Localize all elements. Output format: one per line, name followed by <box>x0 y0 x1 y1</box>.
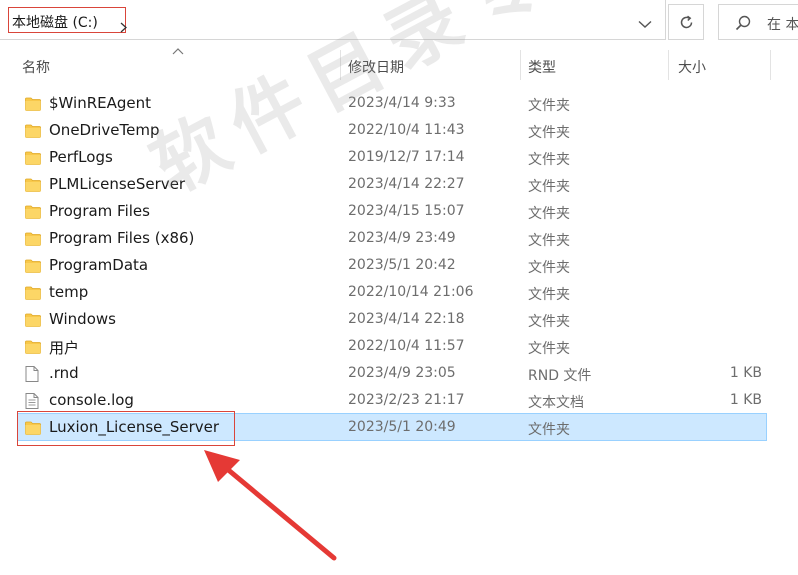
folder-icon <box>25 204 41 223</box>
folder-icon <box>25 123 41 142</box>
refresh-icon <box>680 15 693 29</box>
row-type: 文件夹 <box>528 206 570 222</box>
address-bar[interactable]: 本地磁盘 (C:) <box>0 0 666 40</box>
table-row[interactable]: 用户 2022/10/4 11:57 文件夹 <box>18 333 766 359</box>
breadcrumb-drive-label[interactable]: 本地磁盘 (C:) <box>12 12 98 32</box>
column-divider[interactable] <box>770 50 771 80</box>
table-row[interactable]: Program Files (x86) 2023/4/9 23:49 文件夹 <box>18 225 766 251</box>
folder-icon <box>25 231 41 250</box>
search-placeholder[interactable]: 在 本 <box>767 14 798 34</box>
row-type: 文件夹 <box>528 314 570 330</box>
row-type: 文件夹 <box>528 98 570 114</box>
folder-icon <box>25 312 41 331</box>
column-header-type[interactable]: 类型 <box>528 57 556 77</box>
row-type: 文件夹 <box>528 341 570 357</box>
search-icon <box>735 15 751 31</box>
row-modified-date: 2023/4/9 23:49 <box>348 230 456 246</box>
row-name: console.log <box>49 391 134 409</box>
highlight-box <box>17 411 235 446</box>
search-input[interactable]: 在 本 <box>718 4 798 40</box>
row-size: 1 KB <box>729 365 762 381</box>
column-header-name[interactable]: 名称 <box>22 57 50 77</box>
row-modified-date: 2023/5/1 20:42 <box>348 257 456 273</box>
table-row[interactable]: PLMLicenseServer 2023/4/14 22:27 文件夹 <box>18 171 766 197</box>
table-row[interactable]: temp 2022/10/14 21:06 文件夹 <box>18 279 766 305</box>
row-modified-date: 2022/10/4 11:43 <box>348 122 465 138</box>
row-name: .rnd <box>49 364 79 382</box>
folder-icon <box>25 177 41 196</box>
row-type: 文件夹 <box>528 233 570 249</box>
column-divider[interactable] <box>340 50 341 80</box>
column-divider[interactable] <box>668 50 669 80</box>
row-name: Program Files (x86) <box>49 229 195 247</box>
breadcrumb[interactable]: 本地磁盘 (C:) <box>8 7 127 33</box>
row-type: 文件夹 <box>528 287 570 303</box>
file-icon <box>25 366 39 386</box>
table-row[interactable]: Windows 2023/4/14 22:18 文件夹 <box>18 306 766 332</box>
row-name: 用户 <box>49 339 80 357</box>
folder-icon <box>25 96 41 115</box>
folder-icon <box>25 258 41 277</box>
chevron-down-icon[interactable] <box>638 14 652 33</box>
row-name: ProgramData <box>49 256 149 274</box>
folder-icon <box>25 339 41 358</box>
chevron-right-icon[interactable] <box>120 18 127 37</box>
table-row[interactable]: OneDriveTemp 2022/10/4 11:43 文件夹 <box>18 117 766 143</box>
row-modified-date: 2023/4/15 15:07 <box>348 203 465 219</box>
row-modified-date: 2022/10/4 11:57 <box>348 338 465 354</box>
row-modified-date: 2023/4/14 22:18 <box>348 311 465 327</box>
row-name: temp <box>49 283 89 301</box>
row-type: 文本文档 <box>528 395 584 411</box>
annotation-arrow <box>204 450 337 561</box>
row-type: 文件夹 <box>528 422 570 438</box>
row-modified-date: 2023/4/9 23:05 <box>348 365 456 381</box>
row-modified-date: 2023/2/23 21:17 <box>348 392 465 408</box>
sort-ascending-icon[interactable] <box>172 47 184 55</box>
row-name: $WinREAgent <box>49 94 152 112</box>
row-modified-date: 2023/5/1 20:49 <box>348 419 456 435</box>
row-name: Windows <box>49 310 116 328</box>
folder-icon <box>25 150 41 169</box>
row-modified-date: 2023/4/14 9:33 <box>348 95 456 111</box>
row-name: PerfLogs <box>49 148 113 166</box>
row-name: PLMLicenseServer <box>49 175 186 193</box>
row-type: 文件夹 <box>528 152 570 168</box>
row-modified-date: 2019/12/7 17:14 <box>348 149 465 165</box>
row-type: 文件夹 <box>528 179 570 195</box>
column-divider[interactable] <box>520 50 521 80</box>
row-modified-date: 2022/10/14 21:06 <box>348 284 474 300</box>
table-row[interactable]: Program Files 2023/4/15 15:07 文件夹 <box>18 198 766 224</box>
row-name: Program Files <box>49 202 150 220</box>
column-header-size[interactable]: 大小 <box>678 57 706 77</box>
table-row[interactable]: console.log 2023/2/23 21:17 文本文档 1 KB <box>18 387 766 413</box>
text-file-icon <box>25 393 39 413</box>
table-row[interactable]: $WinREAgent 2023/4/14 9:33 文件夹 <box>18 90 766 116</box>
table-row[interactable]: ProgramData 2023/5/1 20:42 文件夹 <box>18 252 766 278</box>
row-type: 文件夹 <box>528 125 570 141</box>
folder-icon <box>25 285 41 304</box>
row-size: 1 KB <box>729 392 762 408</box>
table-row[interactable]: .rnd 2023/4/9 23:05 RND 文件 1 KB <box>18 360 766 386</box>
row-modified-date: 2023/4/14 22:27 <box>348 176 465 192</box>
table-row[interactable]: PerfLogs 2019/12/7 17:14 文件夹 <box>18 144 766 170</box>
row-type: 文件夹 <box>528 260 570 276</box>
row-type: RND 文件 <box>528 368 592 384</box>
refresh-button[interactable] <box>668 4 704 40</box>
column-header-date[interactable]: 修改日期 <box>348 57 404 77</box>
row-name: OneDriveTemp <box>49 121 160 139</box>
